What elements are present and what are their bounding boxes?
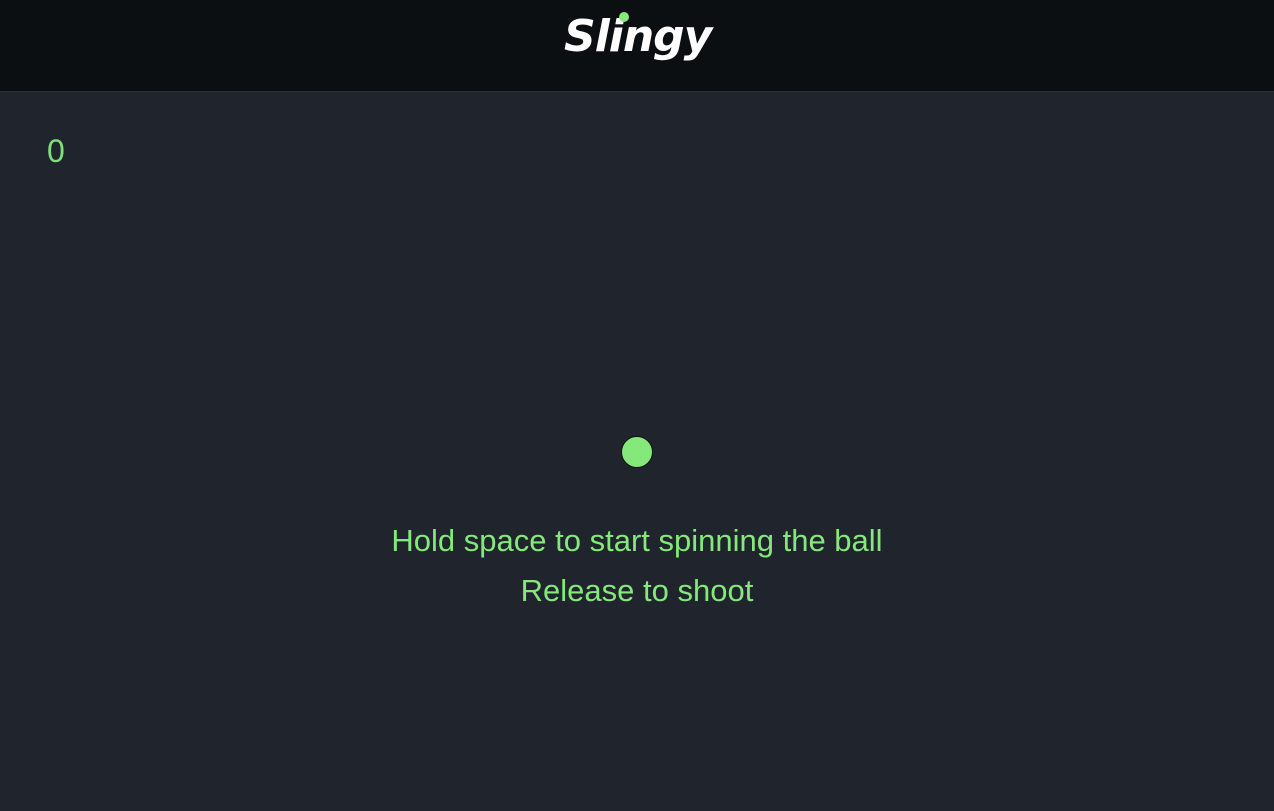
header: Slingy (0, 0, 1274, 92)
score-counter: 0 (47, 133, 65, 169)
logo-dot-icon (619, 12, 629, 22)
logo: Slingy (0, 0, 1274, 92)
instruction-release: Release to shoot (520, 573, 754, 608)
logo-graphic: Slingy (564, 11, 716, 62)
game-ball (621, 436, 653, 468)
logo-text: Slingy (564, 11, 715, 62)
instruction-hold-space: Hold space to start spinning the ball (391, 523, 883, 558)
